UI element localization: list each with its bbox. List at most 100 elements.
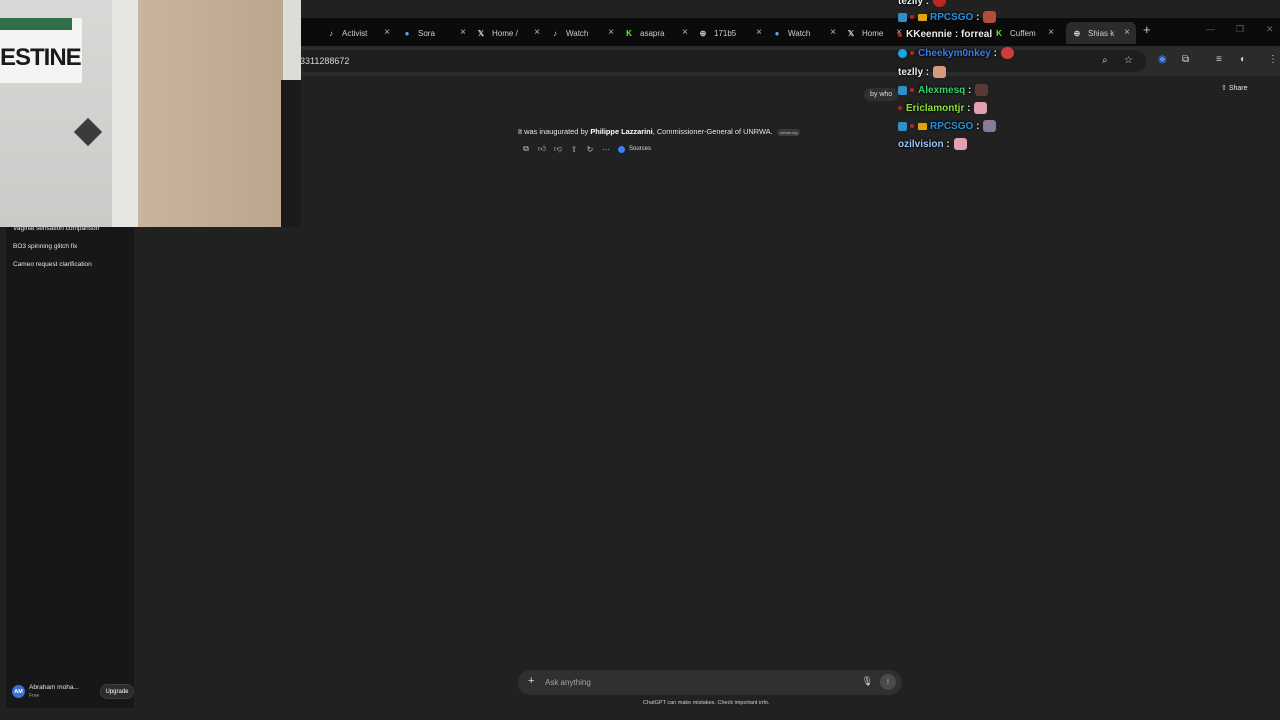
sources-button[interactable]: Sources [618,145,652,153]
upgrade-button[interactable]: Upgrade [100,684,134,699]
emote-icon [983,11,997,23]
new-tab-button[interactable]: + [1143,22,1151,37]
emote-icon [953,138,967,150]
chat-message: : [925,66,930,78]
close-icon[interactable]: × [460,27,466,38]
emote-icon [1000,47,1014,59]
voice-mode-button[interactable]: ⁞ [880,674,896,690]
globe-icon: ⊕ [1073,28,1081,38]
restore-icon[interactable]: ❐ [1236,24,1244,35]
stream-chat-line: tezlly : [898,66,947,78]
chat-username: tezlly [898,66,924,78]
close-icon[interactable]: × [682,27,688,38]
menu-kebab-icon[interactable]: ⋮ [1268,54,1278,65]
share-button[interactable]: ⇧ Share [1221,84,1248,92]
watch-icon: ● [774,28,780,38]
read-aloud-icon[interactable]: ◉ [1158,54,1167,65]
bookmark-star-icon[interactable]: ☆ [1124,55,1133,66]
answer-suffix: , Commissioner-General of UNRWA. [652,127,773,136]
emote-icon [933,0,947,7]
chat-message: : [967,102,971,114]
prime-badge-icon [898,85,907,95]
history-item[interactable]: BO3 spinning glitch fix [13,243,77,250]
stream-chat-line: Alexmesq : [898,84,989,96]
tab-asapra[interactable]: K asapra × [624,22,694,44]
close-icon[interactable]: × [384,27,390,38]
chat-message: : [946,138,950,150]
message-actions: ⧉ 👍︎ 👎︎ ⇪ ↻ ··· Sources [518,144,651,154]
thumbs-up-icon[interactable]: 👍︎ [534,144,550,154]
user-name: Abraham moha... [29,684,79,691]
close-icon[interactable]: × [756,27,762,38]
webcam-sign-stripe [0,18,72,30]
plus-icon[interactable]: + [528,675,534,687]
tab-label: Watch [566,28,589,38]
regenerate-icon[interactable]: ↻ [582,145,598,154]
minimize-icon[interactable]: — [1206,24,1215,34]
crown-badge-icon [918,13,927,21]
tab-171b5[interactable]: ⊕ 171b5 × [698,22,768,44]
chat-message: : [976,120,980,132]
stream-chat-line: Cheekym0nkey : [898,47,1014,59]
profile-avatar-icon[interactable]: ◐ [1240,54,1246,65]
sub-badge-icon [898,106,902,110]
close-icon[interactable]: × [830,27,836,38]
tab-label: Home / [492,28,518,38]
share-icon[interactable]: ⇪ [566,145,582,154]
user-message-bubble: by who [864,88,899,101]
source-chip[interactable]: unrwa.org [776,128,801,136]
microphone-icon[interactable]: 🎙︎ [862,676,873,687]
chat-username: Ericlamontjr [906,102,965,114]
tab-watch-2[interactable]: ● Watch × [772,22,842,44]
extensions-icon[interactable]: ⧉ [1182,54,1189,65]
address-bar[interactable]: 3311288672 ⌕ ☆ [296,50,1146,72]
stream-chat-line: tezlly : [898,0,947,7]
source-favicon-icon [618,145,625,153]
avatar: AM [12,685,25,698]
chat-username: RPCSGO [930,120,974,132]
copy-icon[interactable]: ⧉ [518,144,534,154]
share-icon: ⇧ [1221,85,1227,92]
user-account-row[interactable]: AM Abraham moha... Free Upgrade [12,682,134,704]
prompt-input[interactable]: Ask anything [545,678,591,687]
composer: + Ask anything 🎙︎ ⁞ [518,670,902,695]
sub-badge-icon [910,51,914,55]
tab-watch[interactable]: ♪ Watch × [550,22,620,44]
tab-label: Shias k [1088,28,1115,38]
tab-label: asapra [640,28,665,38]
sub-badge-icon [910,88,914,92]
globe-icon: ⊕ [699,28,707,38]
tab-shias-active[interactable]: ⊕ Shias k × [1066,22,1136,44]
close-icon[interactable]: × [534,27,540,38]
webcam-overlay: ESTINE [0,0,301,227]
disclaimer: ChatGPT can make mistakes. Check importa… [643,700,770,706]
media-controls-icon[interactable]: ≡ [1216,54,1222,65]
window-close-icon[interactable]: ✕ [1266,24,1274,35]
more-icon[interactable]: ··· [598,145,614,154]
webcam-door [138,0,283,227]
share-label: Share [1228,85,1248,92]
user-plan: Free [29,693,40,699]
tab-activist[interactable]: ♪ Activist × [326,22,396,44]
chat-username: Alexmesq [918,84,966,96]
search-icon[interactable]: ⌕ [1102,55,1108,66]
emote-icon [983,120,997,132]
close-icon[interactable]: × [608,27,614,38]
url-text: 3311288672 [300,56,350,66]
tab-cuffem[interactable]: K Cuffem × [994,22,1060,44]
close-icon[interactable]: × [1048,27,1054,38]
kick-icon: K [996,28,1002,38]
close-icon[interactable]: × [1124,27,1130,38]
sources-label: Sources [629,146,652,152]
crown-badge-icon [918,122,927,130]
chat-message: : [968,84,972,96]
thumbs-down-icon[interactable]: 👎︎ [550,144,566,154]
tab-label: Activist [342,28,368,38]
stream-chat-line: RPCSGO : [898,11,997,23]
tiktok-icon: ♪ [329,28,333,38]
x-icon: 𝕏 [847,28,855,38]
tab-sora[interactable]: ● Sora × [402,22,472,44]
sub-badge-icon [910,124,914,128]
history-item[interactable]: Cameo request clarification [13,261,92,268]
tab-home-x[interactable]: 𝕏 Home / × [476,22,546,44]
